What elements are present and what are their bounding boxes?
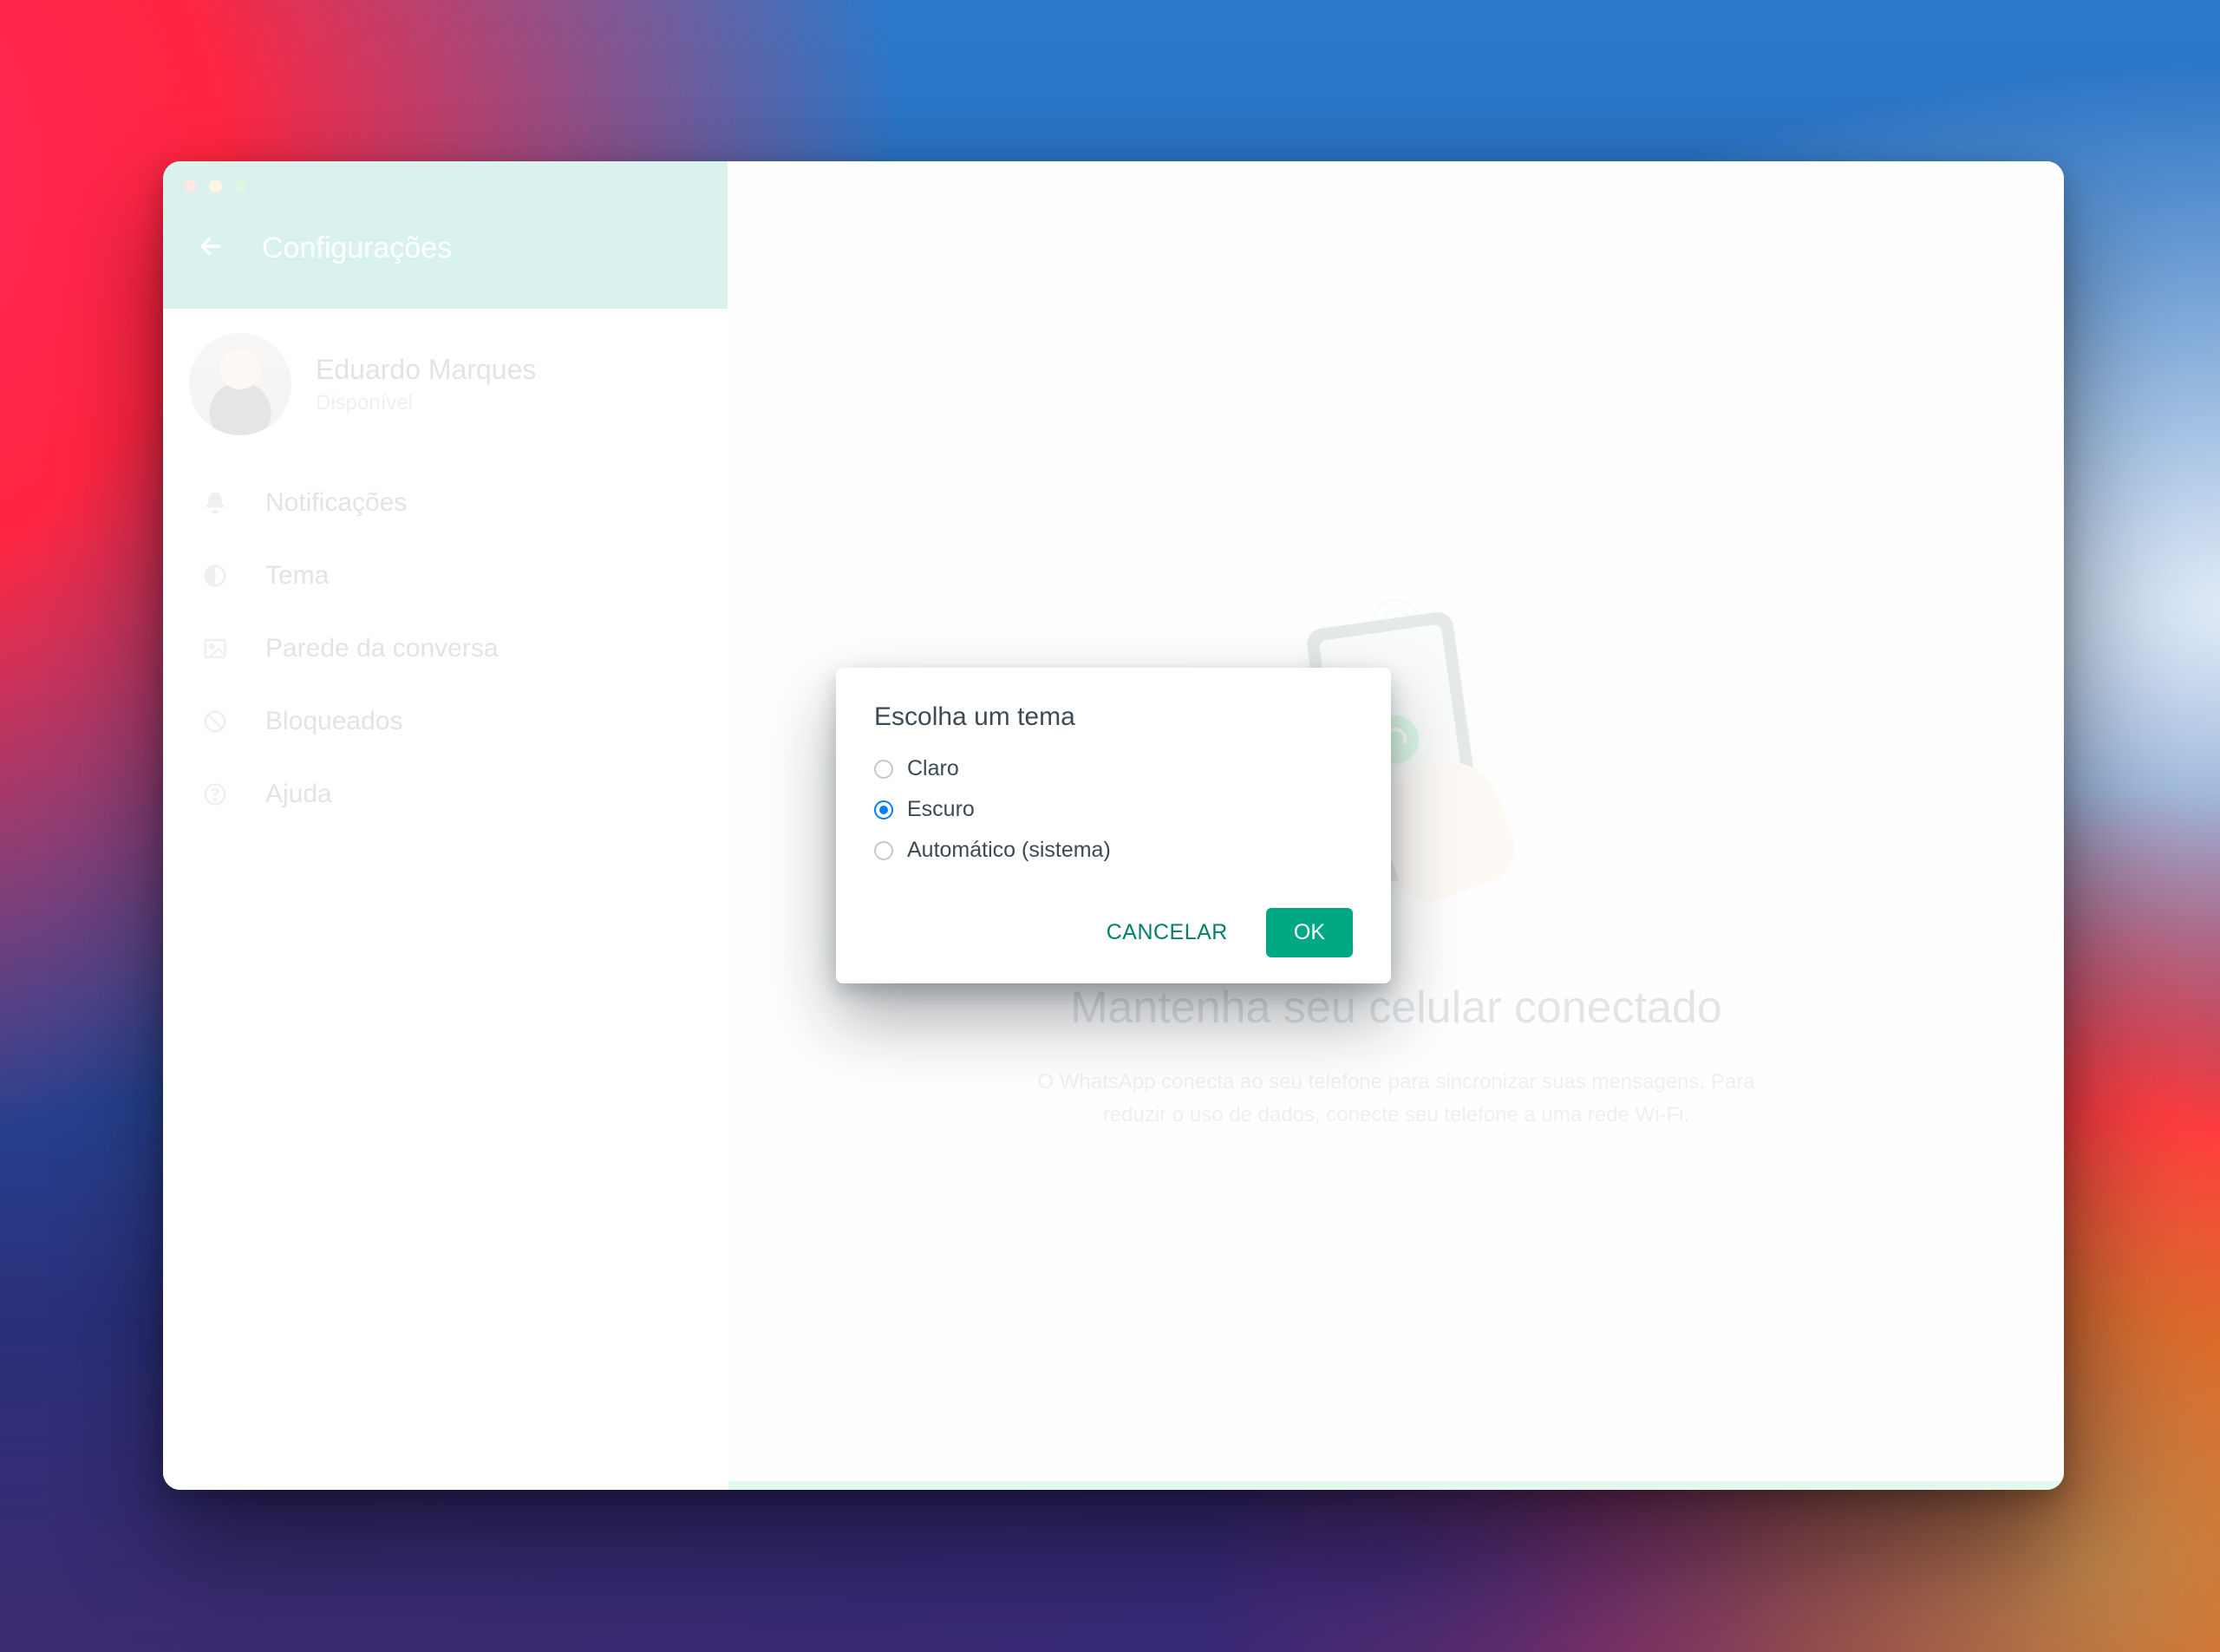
radio-icon bbox=[874, 841, 893, 860]
theme-option-light[interactable]: Claro bbox=[874, 756, 1353, 781]
app-window: Configurações Eduardo Marques Disponível… bbox=[163, 161, 2064, 1490]
option-label: Automático (sistema) bbox=[907, 838, 1111, 863]
modal-actions: CANCELAR OK bbox=[874, 908, 1353, 957]
cancel-button[interactable]: CANCELAR bbox=[1087, 908, 1247, 957]
radio-icon bbox=[874, 760, 893, 779]
theme-options: Claro Escuro Automático (sistema) bbox=[874, 756, 1353, 863]
radio-icon bbox=[874, 800, 893, 819]
theme-option-auto[interactable]: Automático (sistema) bbox=[874, 838, 1353, 863]
theme-option-dark[interactable]: Escuro bbox=[874, 797, 1353, 822]
option-label: Claro bbox=[907, 756, 959, 781]
ok-button[interactable]: OK bbox=[1266, 908, 1353, 957]
modal-title: Escolha um tema bbox=[874, 702, 1353, 732]
theme-picker-modal: Escolha um tema Claro Escuro Automático … bbox=[836, 668, 1391, 983]
option-label: Escuro bbox=[907, 797, 975, 822]
